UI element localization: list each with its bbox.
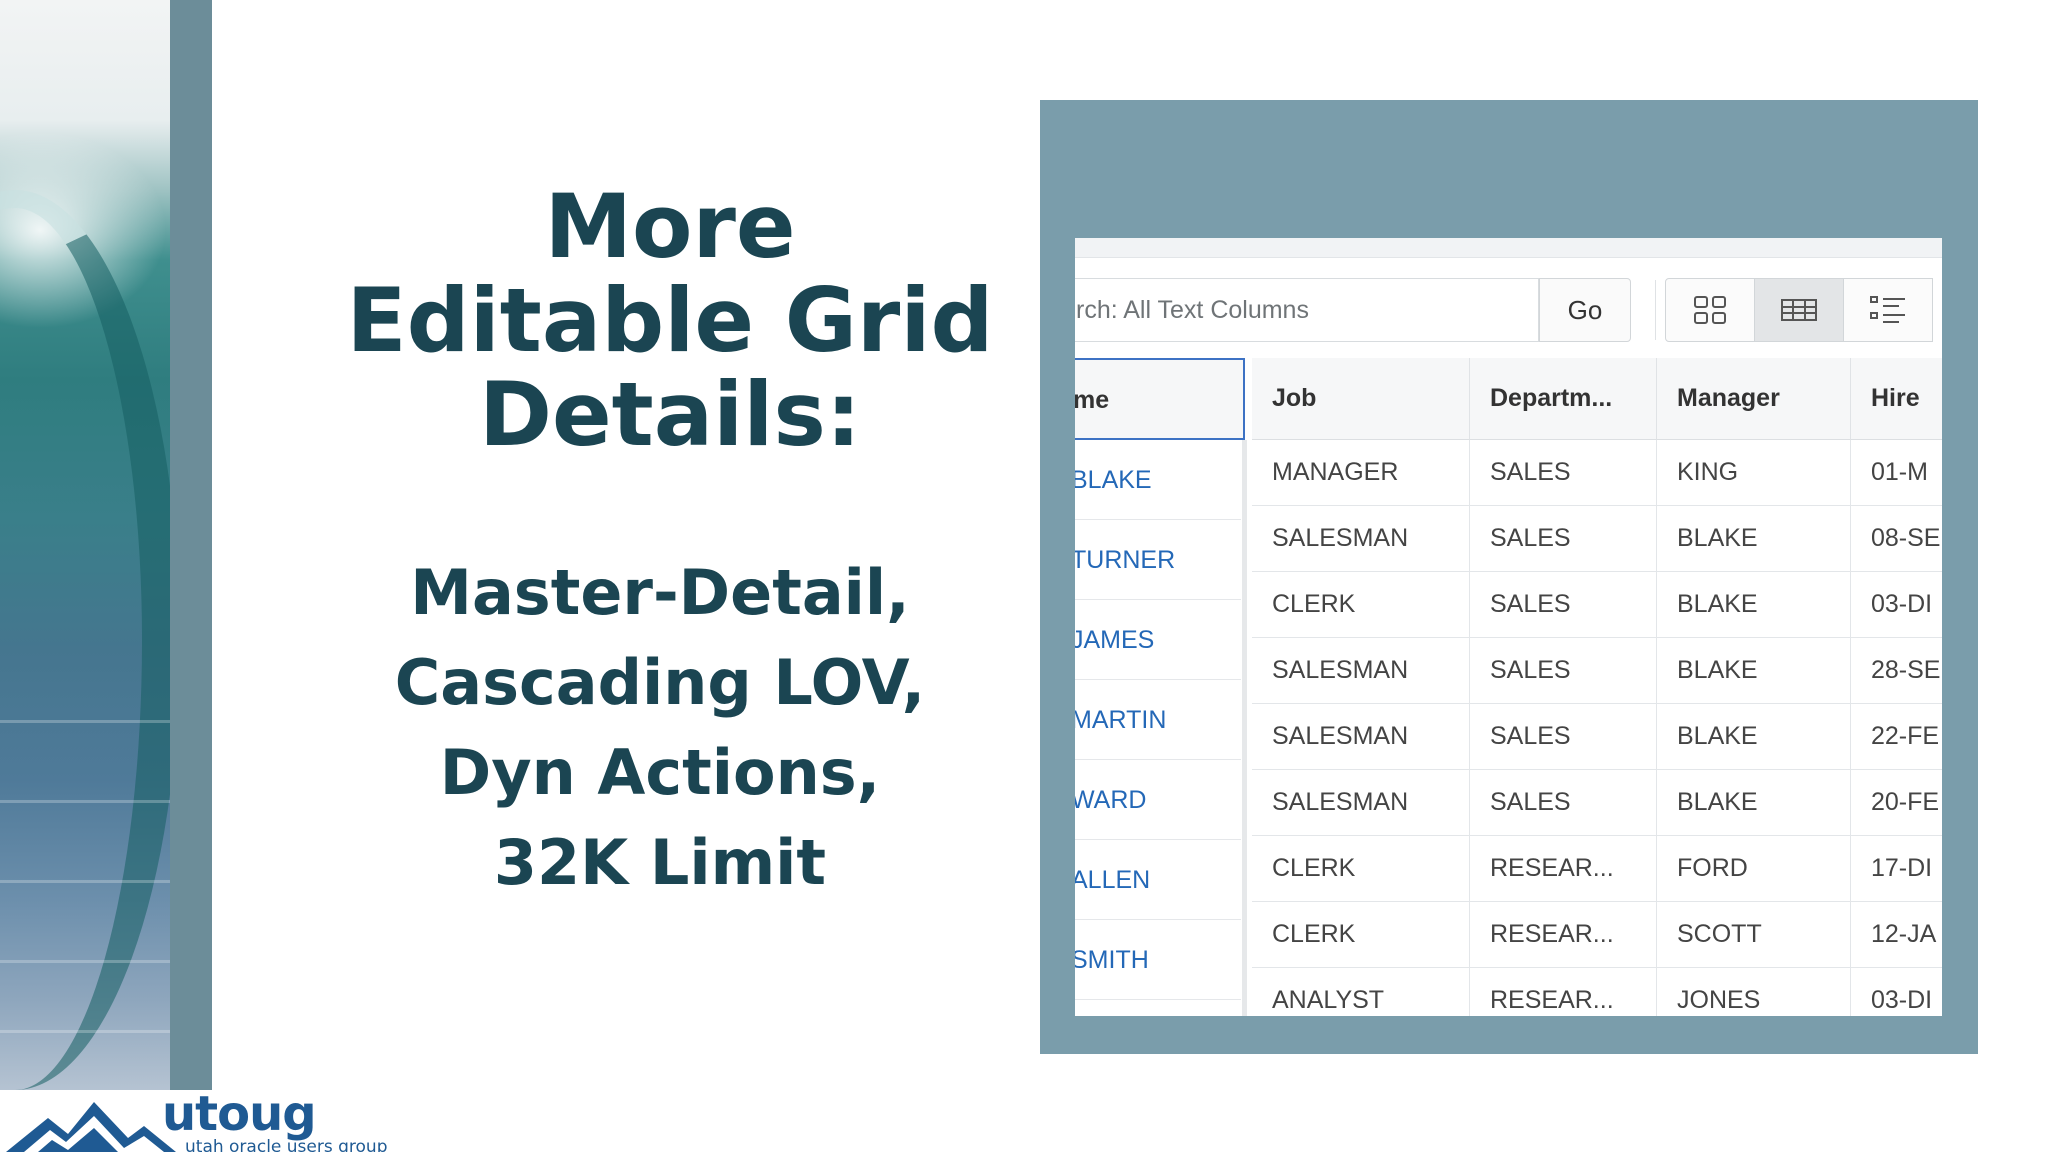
detail-view-icon [1870,296,1905,323]
region-header [1075,238,1942,258]
cell-hiredate[interactable]: 20-FE [1851,770,1942,836]
cell-job[interactable]: SALESMAN [1252,770,1470,836]
cell-manager[interactable]: BLAKE [1657,704,1851,770]
column-header-manager[interactable]: Manager [1657,358,1851,440]
cell-hiredate[interactable]: 17-DI [1851,836,1942,902]
cell-hiredate[interactable]: 01-M [1851,440,1942,506]
cell-job[interactable]: CLERK [1252,902,1470,968]
wave-ripple [0,960,170,963]
cell-department[interactable]: RESEAR... [1470,902,1657,968]
grid-view-icon [1781,299,1817,321]
icon-view-button[interactable] [1665,278,1755,342]
cell-job[interactable]: SALESMAN [1252,704,1470,770]
cell-job[interactable]: MANAGER [1252,440,1470,506]
slide-subtitle: Master-Detail, Cascading LOV, Dyn Action… [320,548,1000,908]
cell-hiredate[interactable]: 28-SE [1851,638,1942,704]
column-header-department[interactable]: Departm... [1470,358,1657,440]
wave-ripple [0,800,170,803]
cell-manager[interactable]: SCOTT [1657,902,1851,968]
title-line: More [544,175,796,278]
cell-department[interactable]: SALES [1470,440,1657,506]
name-link[interactable]: MARTIN [1075,680,1241,760]
wave-ripple [0,1030,170,1033]
cell-job[interactable]: CLERK [1252,836,1470,902]
cell-manager[interactable]: JONES [1657,968,1851,1016]
name-link[interactable]: TURNER [1075,520,1241,600]
slide-title: More Editable Grid Details: [300,180,1040,462]
accent-bar [170,0,212,1090]
name-link[interactable]: BLAKE [1075,440,1241,520]
subtitle-line: Dyn Actions, [439,736,881,809]
cell-hiredate[interactable]: 08-SE [1851,506,1942,572]
name-link[interactable]: ALLEN [1075,840,1241,920]
cell-manager[interactable]: FORD [1657,836,1851,902]
cell-job[interactable]: SALESMAN [1252,638,1470,704]
column-header-hiredate[interactable]: Hire [1851,358,1942,440]
column-header-job[interactable]: Job [1252,358,1470,440]
subtitle-line: Cascading LOV, [394,646,926,719]
cell-job[interactable]: SALESMAN [1252,506,1470,572]
cell-job[interactable]: CLERK [1252,572,1470,638]
grid-view-button[interactable] [1754,278,1844,342]
cell-hiredate[interactable]: 03-DI [1851,968,1942,1016]
toolbar-separator [1655,280,1656,340]
wave-curl [0,190,170,1090]
cell-manager[interactable]: BLAKE [1657,506,1851,572]
cell-hiredate[interactable]: 03-DI [1851,572,1942,638]
cell-department[interactable]: RESEAR... [1470,836,1657,902]
cell-department[interactable]: SALES [1470,638,1657,704]
column-header-name[interactable]: me [1075,358,1245,440]
logo-wordmark: utoug [162,1086,317,1142]
cell-department[interactable]: SALES [1470,506,1657,572]
cell-manager[interactable]: BLAKE [1657,770,1851,836]
frozen-name-column: BLAKE TURNER JAMES MARTIN WARD ALLEN SMI… [1075,440,1247,1016]
logo-tagline: utah oracle users group [185,1137,388,1152]
cell-hiredate[interactable]: 12-JA [1851,902,1942,968]
wave-ripple [0,720,170,723]
cell-hiredate[interactable]: 22-FE [1851,704,1942,770]
cell-manager[interactable]: BLAKE [1657,572,1851,638]
search-input[interactable]: rch: All Text Columns [1075,278,1539,342]
wave-ripple [0,880,170,883]
cell-job[interactable]: ANALYST [1252,968,1470,1016]
name-link[interactable]: SMITH [1075,920,1241,1000]
cell-department[interactable]: RESEAR... [1470,968,1657,1016]
interactive-grid: rch: All Text Columns Go me Job Departm.… [1075,238,1942,1016]
cell-department[interactable]: SALES [1470,572,1657,638]
wave-image [0,0,170,1090]
cell-manager[interactable]: KING [1657,440,1851,506]
title-line: Editable Grid [346,269,994,372]
subtitle-line: Master-Detail, [410,556,910,629]
cell-department[interactable]: SALES [1470,770,1657,836]
icon-view-icon [1694,296,1726,324]
cell-department[interactable]: SALES [1470,704,1657,770]
title-line: Details: [478,363,862,466]
detail-view-button[interactable] [1843,278,1933,342]
subtitle-line: 32K Limit [493,826,827,899]
cell-manager[interactable]: BLAKE [1657,638,1851,704]
go-button[interactable]: Go [1539,278,1631,342]
name-link[interactable]: JAMES [1075,600,1241,680]
name-link[interactable]: WARD [1075,760,1241,840]
